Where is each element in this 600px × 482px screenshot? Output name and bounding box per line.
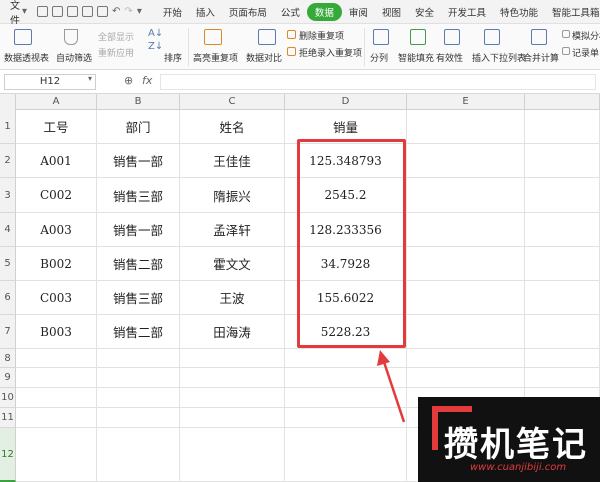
print-preview-icon[interactable] [82, 6, 94, 17]
formula-bar: H12 ▾ ⊕ fx [0, 70, 600, 94]
export-icon[interactable] [52, 6, 64, 17]
watermark-text: 攒机笔记 [444, 425, 588, 465]
pivot-table-button[interactable]: 数据透视表 [4, 51, 49, 64]
tab-4[interactable]: 数据 [306, 2, 342, 21]
show-all-button[interactable]: 全部显示 [98, 30, 134, 43]
reject-duplicates-button[interactable]: 拒绝录入重复项 [299, 46, 362, 59]
arrow-head [377, 350, 390, 366]
tab-9[interactable]: 特色功能 [493, 5, 545, 19]
sort-button[interactable]: 排序 [164, 51, 182, 64]
consolidate-button[interactable]: 合并计算 [523, 51, 559, 64]
smart-fill-icon [410, 29, 426, 45]
consolidate-icon [531, 29, 547, 45]
tab-0[interactable]: 开始 [156, 5, 189, 19]
highlight-duplicates-button[interactable]: 高亮重复项 [193, 51, 238, 64]
validity-button[interactable]: 有效性 [436, 51, 463, 64]
tab-7[interactable]: 安全 [408, 5, 441, 19]
save-icon[interactable] [37, 6, 49, 17]
reapply-button[interactable]: 重新应用 [98, 46, 134, 59]
record-form-button[interactable]: 记录单 [572, 46, 599, 59]
tab-5[interactable]: 审阅 [342, 5, 375, 19]
logo-bracket-shape [432, 406, 472, 412]
reject-duplicates-icon [287, 47, 296, 56]
file-menu[interactable]: 文件 [10, 0, 20, 27]
sort-za-icon[interactable]: Z↓ [148, 41, 163, 52]
remove-duplicates-icon [287, 30, 296, 39]
pivot-table-icon [14, 29, 32, 45]
insert-dropdown-button[interactable]: 插入下拉列表 [472, 51, 526, 64]
smart-fill-button[interactable]: 智能填充 [398, 51, 434, 64]
chevron-down-icon[interactable]: ▾ [22, 6, 27, 17]
validity-icon [444, 29, 460, 45]
print-icon[interactable] [67, 6, 79, 17]
highlight-duplicates-icon [204, 29, 222, 45]
name-box[interactable]: H12 [4, 74, 96, 90]
remove-duplicates-button[interactable]: 删除重复项 [299, 29, 344, 42]
fx-label[interactable]: fx [142, 74, 152, 87]
data-compare-button[interactable]: 数据对比 [246, 51, 282, 64]
redo-icon[interactable]: ↷ [124, 6, 132, 17]
tab-3[interactable]: 公式 [274, 5, 307, 19]
logo-bracket-shape [432, 406, 438, 450]
tab-8[interactable]: 开发工具 [441, 5, 493, 19]
arrow-shaft [382, 361, 406, 423]
filter-icon [64, 29, 78, 45]
simulate-button[interactable]: 模拟分析 [572, 29, 600, 42]
quick-access-toolbar: ↶ ↷ ▾ [37, 6, 142, 17]
tab-6[interactable]: 视图 [375, 5, 408, 19]
customize-chevron-icon[interactable]: ▾ [137, 6, 142, 17]
split-column-icon [373, 29, 389, 45]
ribbon-data: 数据透视表 自动筛选 全部显示 重新应用 A↓ Z↓ 排序 高亮重复项 数据对比… [0, 24, 600, 70]
undo-icon[interactable]: ↶ [112, 6, 120, 17]
watermark-url: www.cuanjibiji.com [470, 462, 567, 473]
name-box-chevron-icon[interactable]: ▾ [88, 74, 92, 83]
formula-input[interactable] [160, 74, 596, 90]
ribbon-separator [188, 28, 189, 66]
zoom-search-icon[interactable]: ⊕ [124, 74, 133, 87]
spreadsheet-grid: ABCDE 1 工号 部门 姓名 销量 2 A001 销售一部 王佳佳 125.348793 3 C0… [0, 94, 600, 482]
ribbon-separator [364, 28, 365, 66]
tab-2[interactable]: 页面布局 [222, 5, 274, 19]
data-compare-icon [258, 29, 276, 45]
format-painter-icon[interactable] [97, 6, 109, 17]
auto-filter-button[interactable]: 自动筛选 [56, 51, 92, 64]
ribbon-tabs: 开始插入页面布局公式数据审阅视图安全开发工具特色功能智能工具箱文 [156, 2, 600, 21]
insert-dropdown-icon [484, 29, 500, 45]
menu-bar: 文件 ▾ ↶ ↷ ▾ 开始 插入 页面布局 公式 数据 审阅 视图 安全 开发工具 特色功能 智能工… [0, 0, 600, 27]
tab-10[interactable]: 智能工具箱 [545, 5, 600, 19]
split-column-button[interactable]: 分列 [370, 51, 388, 64]
tab-1[interactable]: 插入 [189, 5, 222, 19]
sort-az-icon[interactable]: A↓ [148, 28, 163, 39]
simulate-icon [562, 30, 570, 38]
record-form-icon [562, 47, 570, 55]
